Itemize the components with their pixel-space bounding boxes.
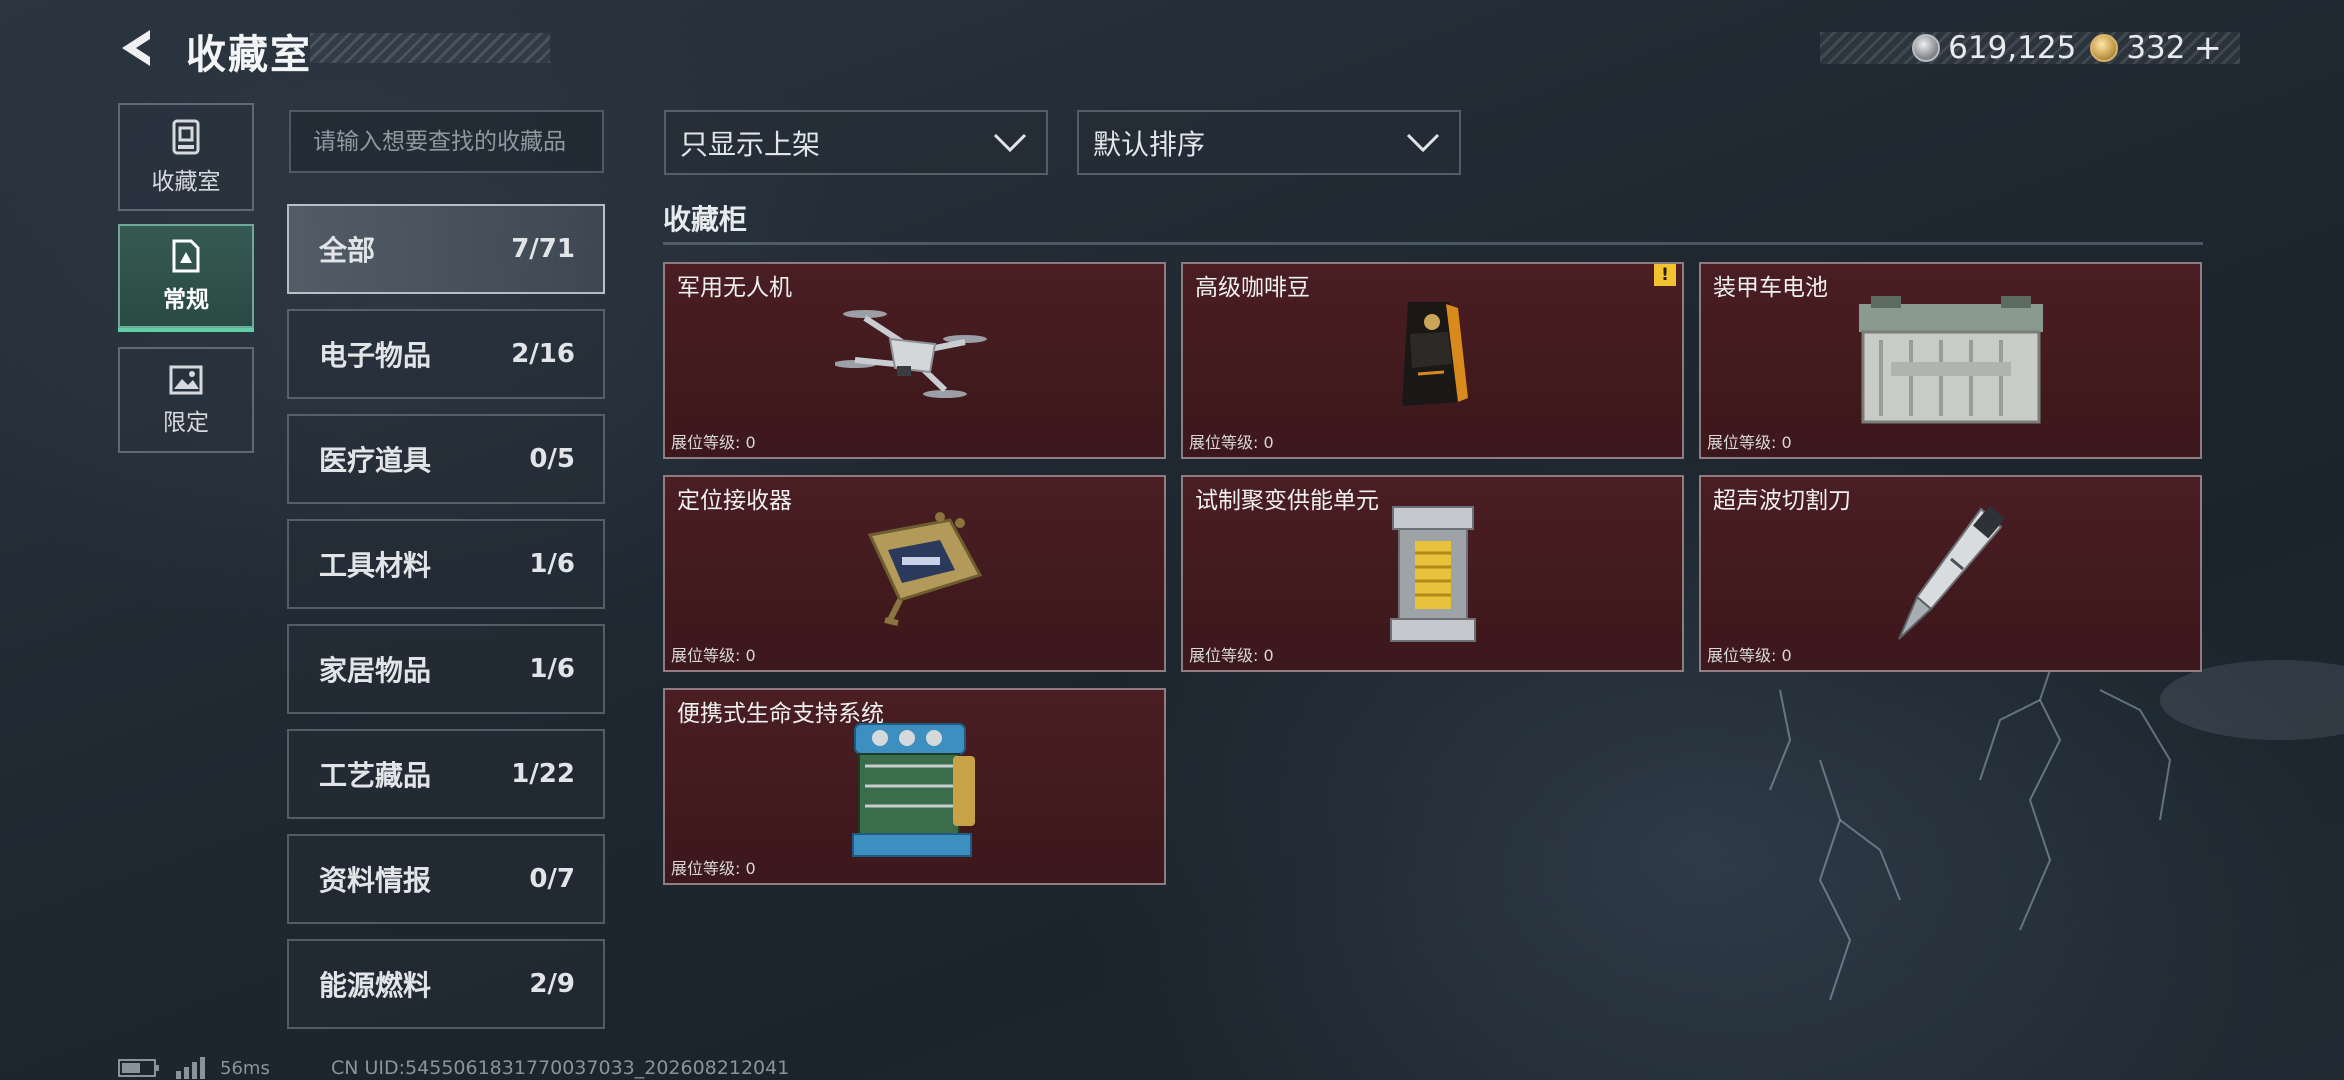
section-divider [663, 242, 2203, 245]
fusion-cell-icon [1389, 506, 1476, 642]
category-electronics[interactable]: 电子物品 2/16 [287, 309, 605, 399]
tab-vault[interactable]: 收藏室 [118, 103, 254, 211]
item-name: 超声波切割刀 [1713, 488, 1851, 514]
category-energy[interactable]: 能源燃料 2/9 [287, 939, 605, 1029]
gold-amount: 332 [2126, 30, 2186, 66]
gold-coin-icon [2090, 34, 2119, 62]
title-decoration [310, 33, 550, 63]
item-card[interactable]: 高级咖啡豆 ! 展位等级: 0 [1181, 262, 1684, 459]
item-name: 高级咖啡豆 [1195, 275, 1310, 301]
currency-bar: 619,125 332 + [1820, 28, 2240, 68]
display-level: 展位等级: 0 [1707, 646, 1792, 665]
ultrasonic-knife-icon [1897, 505, 2005, 640]
item-card[interactable]: 超声波切割刀 展位等级: 0 [1699, 475, 2202, 672]
warning-badge: ! [1654, 264, 1676, 286]
gold-currency: 332 + [2090, 28, 2222, 68]
chevron-down-icon [1406, 133, 1440, 152]
category-medical[interactable]: 医疗道具 0/5 [287, 414, 605, 504]
document-icon [172, 239, 200, 273]
display-filter-dropdown[interactable]: 只显示上架 [664, 110, 1048, 175]
back-arrow-icon [122, 30, 150, 66]
item-name: 装甲车电池 [1713, 275, 1828, 301]
category-count: 7/71 [511, 234, 575, 264]
tab-label: 常规 [163, 287, 209, 313]
user-uid: CN UID:5455061831770037033_202608212041 [331, 1057, 790, 1079]
picture-icon [169, 365, 203, 395]
coffee-bag-icon [1401, 302, 1468, 406]
battery-status-icon [118, 1059, 159, 1077]
category-name: 能源燃料 [319, 969, 432, 1002]
gps-receiver-icon [867, 512, 982, 626]
signal-icon [176, 1057, 205, 1079]
tab-limited[interactable]: 限定 [118, 347, 254, 453]
category-name: 工具材料 [319, 549, 432, 582]
display-level: 展位等级: 0 [671, 859, 756, 878]
category-name: 医疗道具 [319, 444, 432, 477]
category-count: 2/9 [529, 969, 575, 999]
header: 收藏室 619,125 332 + [0, 0, 2344, 100]
drone-icon [834, 310, 987, 398]
category-count: 1/6 [529, 654, 575, 684]
item-name: 军用无人机 [677, 275, 792, 301]
chevron-down-icon [993, 133, 1027, 152]
category-name: 全部 [319, 234, 376, 267]
vault-icon [172, 119, 200, 155]
add-currency-button[interactable]: + [2194, 28, 2223, 68]
dropdown-value: 只显示上架 [680, 127, 821, 161]
tab-label: 收藏室 [151, 169, 221, 195]
category-all[interactable]: 全部 7/71 [287, 204, 605, 294]
category-tools[interactable]: 工具材料 1/6 [287, 519, 605, 609]
search-input[interactable] [289, 110, 604, 173]
display-level: 展位等级: 0 [671, 433, 756, 452]
silver-amount: 619,125 [1948, 30, 2077, 66]
back-button[interactable] [112, 22, 164, 74]
category-count: 1/6 [529, 549, 575, 579]
category-crafts[interactable]: 工艺藏品 1/22 [287, 729, 605, 819]
silver-coin-icon [1912, 34, 1941, 62]
category-name: 电子物品 [319, 339, 432, 372]
battery-icon [1858, 296, 2043, 424]
item-name: 定位接收器 [677, 488, 792, 514]
item-card[interactable]: 试制聚变供能单元 展位等级: 0 [1181, 475, 1684, 672]
category-count: 2/16 [511, 339, 575, 369]
item-name: 试制聚变供能单元 [1195, 488, 1379, 514]
section-title: 收藏柜 [663, 203, 748, 236]
category-name: 工艺藏品 [319, 759, 432, 792]
display-level: 展位等级: 0 [1189, 433, 1274, 452]
item-card[interactable]: 便携式生命支持系统 展位等级: 0 [663, 688, 1166, 885]
page-title: 收藏室 [186, 32, 312, 78]
life-support-icon [851, 723, 975, 857]
category-name: 家居物品 [319, 654, 432, 687]
status-bar: 56ms [118, 1056, 270, 1080]
category-intel[interactable]: 资料情报 0/7 [287, 834, 605, 924]
item-card[interactable]: 装甲车电池 展位等级: 0 [1699, 262, 2202, 459]
category-count: 1/22 [511, 759, 575, 789]
silver-currency: 619,125 [1912, 30, 2076, 66]
tab-label: 限定 [163, 410, 209, 436]
category-household[interactable]: 家居物品 1/6 [287, 624, 605, 714]
category-count: 0/7 [529, 864, 575, 894]
dropdown-value: 默认排序 [1093, 127, 1206, 161]
display-level: 展位等级: 0 [671, 646, 756, 665]
item-card[interactable]: 军用无人机 展位等级: 0 [663, 262, 1166, 459]
display-level: 展位等级: 0 [1189, 646, 1274, 665]
sort-dropdown[interactable]: 默认排序 [1077, 110, 1461, 175]
ping-value: 56ms [220, 1057, 270, 1079]
display-level: 展位等级: 0 [1707, 433, 1792, 452]
item-card[interactable]: 定位接收器 展位等级: 0 [663, 475, 1166, 672]
category-count: 0/5 [529, 444, 575, 474]
tab-regular[interactable]: 常规 [118, 224, 254, 332]
category-name: 资料情报 [319, 864, 432, 897]
